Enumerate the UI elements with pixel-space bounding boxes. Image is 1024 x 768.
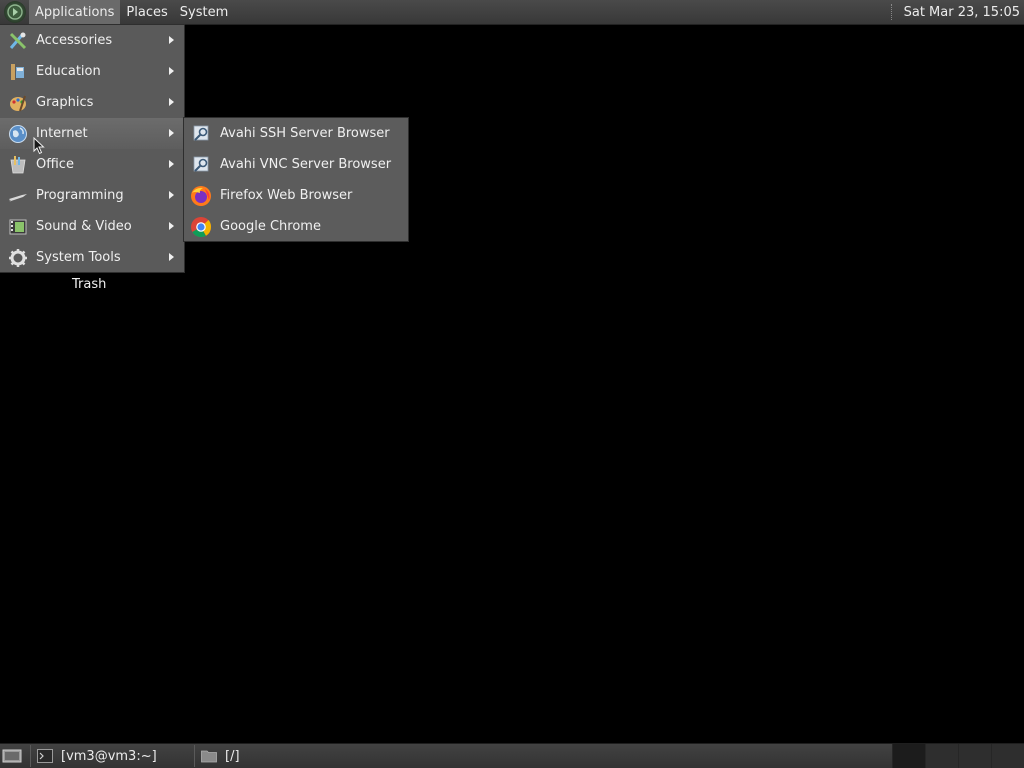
menu-item-label: System Tools [36,250,121,265]
menu-item-label: Office [36,157,74,172]
taskbar-button-terminal[interactable]: [vm3@vm3:~] [30,745,194,767]
taskbar-button-files[interactable]: [/] [194,745,358,767]
submenu-arrow-icon [169,129,174,137]
accessories-icon [7,30,29,52]
applications-menu[interactable]: Applications [29,0,121,25]
menu-item-office[interactable]: Office [0,149,184,180]
internet-submenu: Avahi SSH Server Browser Avahi VNC Serve… [184,118,408,241]
submenu-arrow-icon [169,98,174,106]
clock[interactable]: Sat Mar 23, 15:05 [904,5,1024,20]
submenu-item-avahi-ssh[interactable]: Avahi SSH Server Browser [184,118,408,149]
menu-item-label: Accessories [36,33,113,48]
menu-item-education[interactable]: Education [0,56,184,87]
graphics-icon [7,92,29,114]
avahi-icon [190,123,212,145]
menu-item-label: Graphics [36,95,94,110]
taskbar-label: [/] [225,748,240,764]
mouse-pointer-icon [33,136,45,159]
panel-separator [890,4,894,20]
submenu-item-firefox[interactable]: Firefox Web Browser [184,180,408,211]
workspace-2[interactable] [925,744,958,768]
menu-item-label: Avahi SSH Server Browser [220,126,390,141]
show-desktop-icon[interactable] [0,744,24,768]
menu-item-label: Avahi VNC Server Browser [220,157,392,172]
places-menu[interactable]: Places [120,0,173,25]
workspace-1[interactable] [892,744,925,768]
menu-item-sound-video[interactable]: Sound & Video [0,211,184,242]
menu-item-programming[interactable]: Programming [0,180,184,211]
office-icon [7,154,29,176]
menu-item-label: Programming [36,188,124,203]
menu-item-system-tools[interactable]: System Tools [0,242,184,273]
distro-logo-icon[interactable] [4,1,26,23]
menu-item-accessories[interactable]: Accessories [0,25,184,56]
avahi-icon [190,154,212,176]
workspace-3[interactable] [958,744,991,768]
submenu-item-avahi-vnc[interactable]: Avahi VNC Server Browser [184,149,408,180]
workspace-4[interactable] [991,744,1024,768]
menu-item-label: Firefox Web Browser [220,188,353,203]
workspace-switcher [892,744,1024,768]
bottom-panel: [vm3@vm3:~] [/] [0,743,1024,768]
taskbar-label: [vm3@vm3:~] [61,748,157,764]
programming-icon [7,185,29,207]
submenu-item-google-chrome[interactable]: Google Chrome [184,211,408,242]
education-icon [7,61,29,83]
submenu-arrow-icon [169,160,174,168]
menu-item-internet[interactable]: Internet [0,118,184,149]
submenu-arrow-icon [169,67,174,75]
menu-item-label: Google Chrome [220,219,321,234]
submenu-arrow-icon [169,36,174,44]
submenu-arrow-icon [169,253,174,261]
system-menu[interactable]: System [174,0,234,25]
system-tools-icon [7,247,29,269]
chrome-icon [190,216,212,238]
menu-item-label: Sound & Video [36,219,132,234]
menu-item-graphics[interactable]: Graphics [0,87,184,118]
terminal-icon [37,749,53,763]
internet-icon [7,123,29,145]
applications-dropdown: Accessories Education Graphics Internet … [0,25,184,272]
submenu-arrow-icon [169,191,174,199]
sound-video-icon [7,216,29,238]
submenu-arrow-icon [169,222,174,230]
folder-icon [201,749,217,763]
menu-item-label: Education [36,64,101,79]
firefox-icon [190,185,212,207]
trash-desktop-label[interactable]: Trash [72,277,106,292]
top-panel: Applications Places System Sat Mar 23, 1… [0,0,1024,25]
